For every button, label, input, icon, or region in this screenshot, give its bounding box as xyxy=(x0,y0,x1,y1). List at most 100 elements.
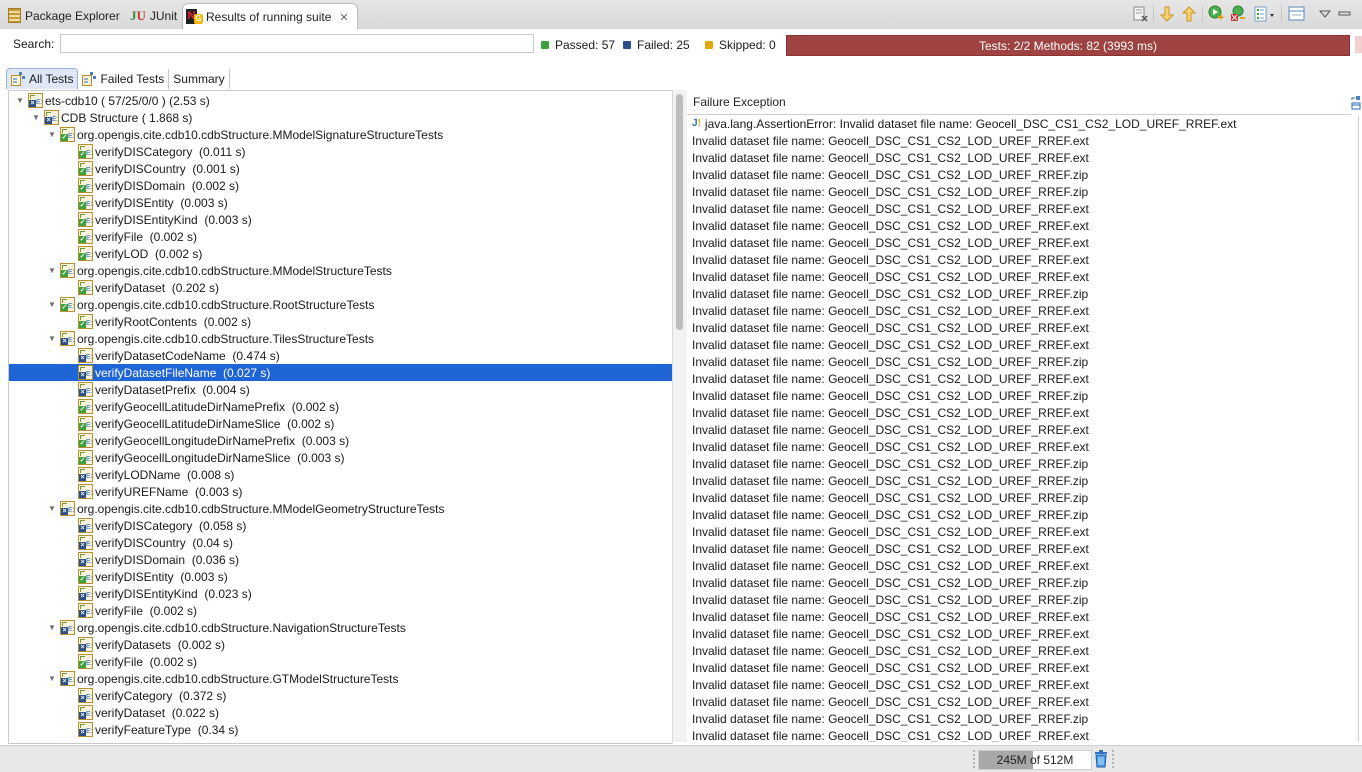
expand-toggle-icon[interactable]: ▼ xyxy=(47,674,57,683)
tab-results-of-running-suite[interactable]: NG Results of running suite ✕ xyxy=(182,3,358,30)
tree-node[interactable]: ▼ × E: org.opengis.cite.cdb10.cdbStructure.… xyxy=(9,500,673,517)
test-method-row[interactable]: × E: verifyDatasetFileName (0.027 s) xyxy=(9,364,673,381)
failure-trace-line[interactable]: Invalid dataset file name: Geocell_DSC_C… xyxy=(692,455,1088,472)
tree-node[interactable]: ▼ × E: CDB Structure ( 1.868 s) xyxy=(9,109,673,126)
test-method-row[interactable]: × E: verifyDatasetCodeName (0.474 s) xyxy=(9,347,673,364)
test-method-row[interactable]: ✓ E: verifyFile (0.002 s) xyxy=(9,228,673,245)
failure-trace-line[interactable]: Invalid dataset file name: Geocell_DSC_C… xyxy=(692,387,1088,404)
failure-trace-line[interactable]: Invalid dataset file name: Geocell_DSC_C… xyxy=(692,540,1089,557)
tab-failed-tests[interactable]: Failed Tests xyxy=(78,69,170,89)
test-method-row[interactable]: ✓ E: verifyLOD (0.002 s) xyxy=(9,245,673,262)
test-method-row[interactable]: × E: verifyDISEntityKind (0.023 s) xyxy=(9,585,673,602)
failure-trace-line[interactable]: Invalid dataset file name: Geocell_DSC_C… xyxy=(692,693,1089,710)
minimize-icon[interactable] xyxy=(1336,5,1354,23)
test-method-row[interactable]: ✓ E: verifyDISCountry (0.001 s) xyxy=(9,160,673,177)
test-method-row[interactable]: × E: verifyDataset (0.022 s) xyxy=(9,704,673,721)
failure-trace-line[interactable]: Invalid dataset file name: Geocell_DSC_C… xyxy=(692,591,1088,608)
test-method-row[interactable]: ✓ E: verifyFile (0.002 s) xyxy=(9,653,673,670)
tree-node[interactable]: ▼ ✓ E: org.opengis.cite.cdb10.cdbStructure.… xyxy=(9,296,673,313)
failure-trace-line[interactable]: Invalid dataset file name: Geocell_DSC_C… xyxy=(692,370,1089,387)
view-menu-icon[interactable] xyxy=(1316,5,1334,23)
test-method-row[interactable]: × E: verifyDatasetPrefix (0.004 s) xyxy=(9,381,673,398)
failure-trace-line[interactable]: Invalid dataset file name: Geocell_DSC_C… xyxy=(692,234,1089,251)
rerun-failed-icon[interactable] xyxy=(1230,5,1248,23)
failure-trace-line[interactable]: Invalid dataset file name: Geocell_DSC_C… xyxy=(692,523,1089,540)
failure-trace-line[interactable]: Invalid dataset file name: Geocell_DSC_C… xyxy=(692,625,1089,642)
failure-trace-line[interactable]: Invalid dataset file name: Geocell_DSC_C… xyxy=(692,421,1089,438)
test-method-row[interactable]: × E: verifyCategory (0.372 s) xyxy=(9,687,673,704)
tree-node[interactable]: ▼ × E: org.opengis.cite.cdb10.cdbStructure.… xyxy=(9,330,673,347)
expand-toggle-icon[interactable]: ▼ xyxy=(47,334,57,343)
failure-trace-line[interactable]: Invalid dataset file name: Geocell_DSC_C… xyxy=(692,472,1088,489)
failure-trace-line[interactable]: Invalid dataset file name: Geocell_DSC_C… xyxy=(692,183,1088,200)
previous-failure-icon[interactable] xyxy=(1180,5,1198,23)
failure-trace-line[interactable]: Invalid dataset file name: Geocell_DSC_C… xyxy=(692,353,1088,370)
failure-trace-line[interactable]: Invalid dataset file name: Geocell_DSC_C… xyxy=(692,319,1089,336)
tree-scrollbar[interactable] xyxy=(676,94,683,330)
failure-trace-line[interactable]: Invalid dataset file name: Geocell_DSC_C… xyxy=(692,251,1089,268)
tab-summary[interactable]: Summary xyxy=(169,69,230,89)
failure-trace-line[interactable]: Invalid dataset file name: Geocell_DSC_C… xyxy=(692,438,1089,455)
test-method-row[interactable]: ✓ E: verifyGeocellLatitudeDirNamePrefix (0… xyxy=(9,398,673,415)
history-menu-icon[interactable] xyxy=(1254,5,1276,23)
expand-toggle-icon[interactable]: ▼ xyxy=(47,504,57,513)
failure-trace-line[interactable]: Invalid dataset file name: Geocell_DSC_C… xyxy=(692,574,1088,591)
test-method-row[interactable]: × E: verifyUREFName (0.003 s) xyxy=(9,483,673,500)
tree-node[interactable]: ▼ × E: org.opengis.cite.cdb10.cdbStructure.… xyxy=(9,670,673,687)
test-method-row[interactable]: × E: verifyDISCountry (0.04 s) xyxy=(9,534,673,551)
trash-icon[interactable] xyxy=(1093,750,1109,768)
failure-trace-line[interactable]: Invalid dataset file name: Geocell_DSC_C… xyxy=(692,285,1088,302)
rerun-icon[interactable] xyxy=(1208,5,1226,23)
expand-toggle-icon[interactable]: ▼ xyxy=(47,266,57,275)
expand-toggle-icon[interactable]: ▼ xyxy=(15,96,25,105)
test-method-row[interactable]: × E: verifyDatasets (0.002 s) xyxy=(9,636,673,653)
failure-trace-line[interactable]: Invalid dataset file name: Geocell_DSC_C… xyxy=(692,217,1089,234)
failure-trace-line[interactable]: Invalid dataset file name: Geocell_DSC_C… xyxy=(692,489,1088,506)
test-method-row[interactable]: × E: verifyFile (0.002 s) xyxy=(9,602,673,619)
tab-junit[interactable]: JU JUnit xyxy=(130,3,177,28)
failure-trace-line[interactable]: Invalid dataset file name: Geocell_DSC_C… xyxy=(692,200,1089,217)
test-method-row[interactable]: ✓ E: verifyGeocellLatitudeDirNameSlice (0.… xyxy=(9,415,673,432)
test-method-row[interactable]: ✓ E: verifyGeocellLongitudeDirNamePrefix (… xyxy=(9,432,673,449)
failure-trace-line[interactable]: Invalid dataset file name: Geocell_DSC_C… xyxy=(692,710,1088,727)
tree-node[interactable]: ▼ ✓ E: org.opengis.cite.cdb10.cdbStructure.… xyxy=(9,126,673,143)
expand-toggle-icon[interactable]: ▼ xyxy=(47,300,57,309)
test-method-row[interactable]: × E: verifyLODName (0.008 s) xyxy=(9,466,673,483)
test-method-row[interactable]: ✓ E: verifyRootContents (0.002 s) xyxy=(9,313,673,330)
test-method-row[interactable]: ✓ E: verifyDISEntityKind (0.003 s) xyxy=(9,211,673,228)
test-method-row[interactable]: ✓ E: verifyDataset (0.202 s) xyxy=(9,279,673,296)
tree-node[interactable]: ▼ ✓ E: org.opengis.cite.cdb10.cdbStructure.… xyxy=(9,262,673,279)
tree-node[interactable]: ▼ × E: org.opengis.cite.cdb10.cdbStructure.… xyxy=(9,619,673,636)
failure-first-line[interactable]: J! java.lang.AssertionError: Invalid dat… xyxy=(692,115,1236,132)
copy-trace-icon[interactable] xyxy=(1351,96,1361,110)
tab-package-explorer[interactable]: Package Explorer xyxy=(8,3,120,28)
test-method-row[interactable]: ✓ E: verifyDISEntity (0.003 s) xyxy=(9,194,673,211)
search-input[interactable] xyxy=(60,34,534,53)
failure-trace-line[interactable]: Invalid dataset file name: Geocell_DSC_C… xyxy=(692,302,1089,319)
layout-icon[interactable] xyxy=(1288,5,1306,23)
failure-trace-line[interactable]: Invalid dataset file name: Geocell_DSC_C… xyxy=(692,642,1089,659)
expand-toggle-icon[interactable]: ▼ xyxy=(47,130,57,139)
failure-trace-line[interactable]: Invalid dataset file name: Geocell_DSC_C… xyxy=(692,727,1089,743)
failure-trace-line[interactable]: Invalid dataset file name: Geocell_DSC_C… xyxy=(692,132,1089,149)
test-method-row[interactable]: ✓ E: verifyGeocellLongitudeDirNameSlice (0… xyxy=(9,449,673,466)
failure-trace-line[interactable]: Invalid dataset file name: Geocell_DSC_C… xyxy=(692,268,1089,285)
heap-status[interactable]: 245M of 512M xyxy=(978,750,1092,770)
next-failure-icon[interactable] xyxy=(1158,5,1176,23)
test-method-row[interactable]: × E: verifyDISDomain (0.036 s) xyxy=(9,551,673,568)
failure-trace-line[interactable]: Invalid dataset file name: Geocell_DSC_C… xyxy=(692,149,1089,166)
failure-trace-line[interactable]: Invalid dataset file name: Geocell_DSC_C… xyxy=(692,404,1089,421)
failure-trace-line[interactable]: Invalid dataset file name: Geocell_DSC_C… xyxy=(692,659,1089,676)
test-method-row[interactable]: ✓ E: verifyDISEntity (0.003 s) xyxy=(9,568,673,585)
clear-results-icon[interactable] xyxy=(1131,5,1149,23)
failure-trace-line[interactable]: Invalid dataset file name: Geocell_DSC_C… xyxy=(692,166,1088,183)
expand-toggle-icon[interactable]: ▼ xyxy=(47,623,57,632)
failure-trace-line[interactable]: Invalid dataset file name: Geocell_DSC_C… xyxy=(692,608,1089,625)
tree-node[interactable]: ▼ × E: ets-cdb10 ( 57/25/0/0 ) (2.53 s) xyxy=(9,92,673,109)
test-method-row[interactable]: × E: verifyFeatureType (0.34 s) xyxy=(9,721,673,738)
test-method-row[interactable]: ✓ E: verifyDISCategory (0.011 s) xyxy=(9,143,673,160)
close-icon[interactable]: ✕ xyxy=(339,11,348,24)
failure-trace-line[interactable]: Invalid dataset file name: Geocell_DSC_C… xyxy=(692,557,1089,574)
test-method-row[interactable]: ✓ E: verifyDISDomain (0.002 s) xyxy=(9,177,673,194)
failure-trace-line[interactable]: Invalid dataset file name: Geocell_DSC_C… xyxy=(692,676,1089,693)
